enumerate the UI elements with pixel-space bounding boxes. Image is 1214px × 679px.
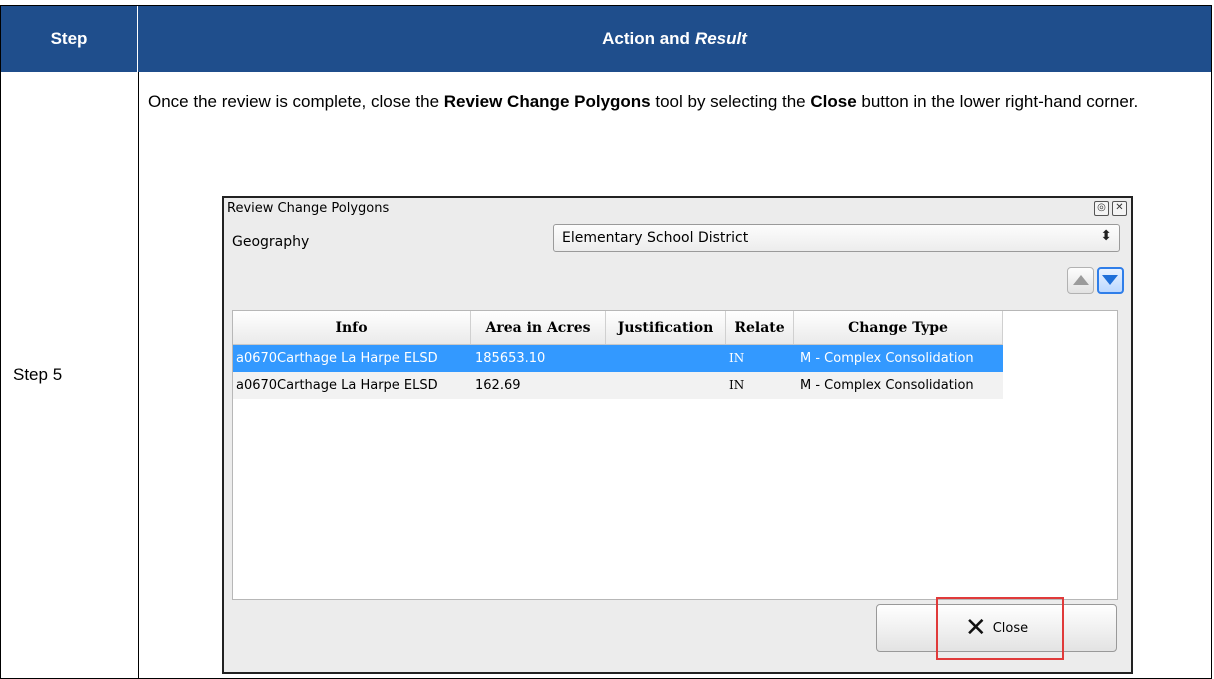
instruction-text: Once the review is complete, close the R… [148,92,1139,111]
next-button[interactable] [1097,267,1124,294]
cell-info: a0670Carthage La Harpe ELSD [236,351,438,366]
cell-area: 162.69 [475,378,521,393]
geography-value: Elementary School District [562,230,749,246]
header-result: Result [694,29,747,48]
cell-justification [611,372,721,399]
polygons-table[interactable]: Info Area in Acres Justification Relate … [232,310,1118,600]
column-header-info[interactable]: Info [233,311,471,344]
column-header-area[interactable]: Area in Acres [471,311,606,344]
header-step: Step [1,6,138,72]
triangle-up-icon [1073,275,1089,285]
column-divider [138,72,139,678]
column-header-relate[interactable]: Relate [726,311,794,344]
table-header: Step Action and Result [1,6,1211,72]
geography-label: Geography [232,234,310,250]
column-header-justification[interactable]: Justification [606,311,726,344]
dialog-controls: ◎ ✕ [1094,201,1127,216]
cell-change-type: M - Complex Consolidation [800,378,974,393]
cell-area: 185653.10 [475,351,546,366]
float-icon[interactable]: ◎ [1094,201,1109,216]
highlight-box [936,597,1064,660]
review-change-polygons-dialog: Review Change Polygons ◎ ✕ Geography Ele… [222,196,1133,674]
spinner-arrows-icon: ⬍ [1100,228,1112,244]
close-icon[interactable]: ✕ [1112,201,1127,216]
geography-select[interactable]: Elementary School District ⬍ [553,224,1120,252]
dialog-title: Review Change Polygons [227,201,390,216]
previous-button[interactable] [1067,267,1094,294]
column-header-change-type[interactable]: Change Type [794,311,1003,344]
triangle-down-icon [1102,275,1118,285]
step-cell: Step 5 [13,365,63,384]
table-row[interactable]: a0670Carthage La Harpe ELSD 162.69 IN M … [233,372,1003,399]
cell-info: a0670Carthage La Harpe ELSD [236,378,438,393]
cell-relate: IN [729,378,745,392]
cell-justification [611,345,721,372]
cell-relate: IN [729,351,745,365]
table-row[interactable]: a0670Carthage La Harpe ELSD 185653.10 IN… [233,345,1003,372]
cell-change-type: M - Complex Consolidation [800,351,974,366]
table-header-row: Info Area in Acres Justification Relate … [233,311,1003,345]
header-action: Action and Result [602,29,747,48]
